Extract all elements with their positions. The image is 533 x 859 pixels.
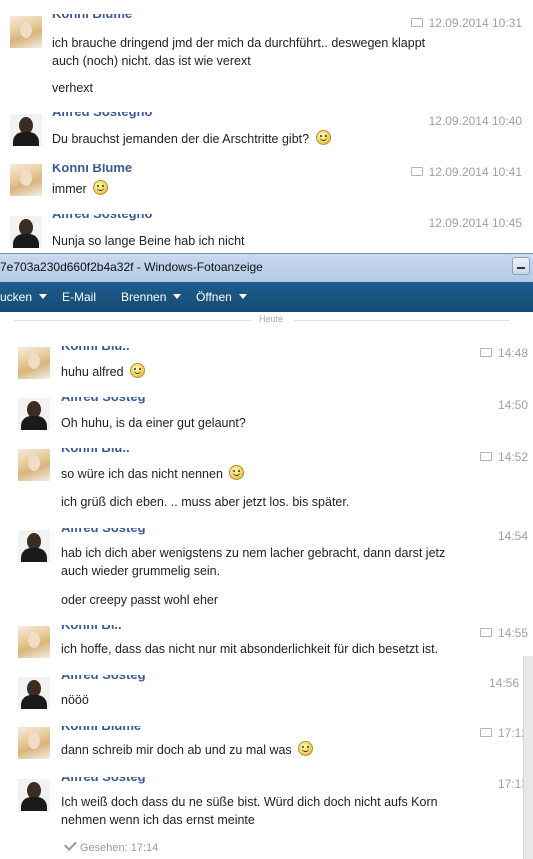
chat-icon bbox=[479, 628, 492, 637]
sender-name[interactable]: Alfred Sosteg bbox=[61, 777, 146, 786]
message-timestamp: 14:54 bbox=[497, 529, 528, 543]
avatar-konni[interactable] bbox=[18, 626, 50, 658]
message-timestamp: 12.09.2014 10:40 bbox=[428, 114, 522, 128]
chat-icon bbox=[479, 348, 492, 357]
chat-icon bbox=[410, 167, 423, 176]
message-timestamp: 12.09.2014 10:45 bbox=[428, 216, 522, 230]
print-menu[interactable]: ucken bbox=[0, 290, 48, 304]
message-text: Du brauchst jemanden der die Arschtritte… bbox=[52, 130, 331, 148]
message-text: ich hoffe, dass das nicht nur mit absond… bbox=[61, 642, 439, 656]
open-menu[interactable]: Öffnen bbox=[196, 290, 247, 304]
message-item: Konni Blume 17:12 dann schreib mir doch … bbox=[0, 723, 533, 771]
sender-name[interactable]: Konni Blume bbox=[61, 726, 141, 735]
scrollbar[interactable] bbox=[523, 656, 533, 859]
message-timestamp: 14:48 bbox=[479, 346, 528, 360]
message-timestamp: 14:50 bbox=[497, 398, 528, 412]
message-item: Konni Blume 12.09.2014 10:31 ich brauche… bbox=[0, 14, 533, 109]
avatar-alfred[interactable] bbox=[18, 530, 50, 562]
chat-icon bbox=[479, 728, 492, 737]
message-item: Konni Bl.. 14:55 ich hoffe, dass das nic… bbox=[0, 622, 533, 670]
chevron-down-icon bbox=[39, 294, 48, 299]
smiley-icon bbox=[130, 363, 146, 378]
message-text: nööö bbox=[61, 693, 89, 707]
photo-viewer-toolbar: ucken E-Mail Brennen Öffnen bbox=[0, 282, 533, 312]
window-title: 7e703a230d660f2b4a32f - Windows-Fotoanze… bbox=[0, 260, 263, 274]
date-divider: Heute bbox=[0, 313, 533, 327]
message-text: ich grüß dich eben. .. muss aber jetzt l… bbox=[61, 495, 350, 509]
burn-menu[interactable]: Brennen bbox=[121, 290, 182, 304]
seen-status: Gesehen: 17:14 bbox=[64, 838, 158, 854]
message-text: hab ich dich aber wenigstens zu nem lach… bbox=[61, 546, 446, 578]
divider-line bbox=[294, 320, 510, 321]
chat-icon bbox=[410, 18, 423, 27]
chevron-down-icon bbox=[173, 294, 182, 299]
avatar-alfred[interactable] bbox=[18, 677, 50, 709]
message-text: so würe ich das nicht nennen bbox=[61, 465, 245, 483]
message-item: Konni Blume 12.09.2014 10:41 immer bbox=[0, 160, 533, 208]
avatar-konni[interactable] bbox=[18, 347, 50, 379]
smiley-icon bbox=[315, 130, 331, 145]
sender-name[interactable]: Alfred Sosteg bbox=[61, 528, 146, 537]
message-timestamp: 14:52 bbox=[479, 450, 528, 464]
chat-icon bbox=[479, 452, 492, 461]
sender-name[interactable]: Alfred Sosteg bbox=[61, 397, 146, 406]
avatar-alfred[interactable] bbox=[10, 216, 42, 248]
minimize-button[interactable] bbox=[512, 257, 530, 275]
message-item: Konni Blu.. 14:52 so würe ich das nicht … bbox=[0, 446, 533, 516]
message-text: Oh huhu, is da einer gut gelaunt? bbox=[61, 416, 246, 430]
message-item: Alfred Sosteg 14:54 hab ich dich aber we… bbox=[0, 526, 533, 616]
sender-name[interactable]: Konni Blume bbox=[52, 14, 132, 23]
message-item: Alfred Sosteg 17:13 Ich weiß doch dass d… bbox=[0, 775, 533, 835]
avatar-alfred[interactable] bbox=[10, 114, 42, 146]
sender-name[interactable]: Alfred Sosteg bbox=[61, 675, 146, 684]
message-text: immer bbox=[52, 180, 109, 198]
message-timestamp: 12.09.2014 10:41 bbox=[410, 165, 522, 179]
message-item: Alfred Sostegno 12.09.2014 10:40 Du brau… bbox=[0, 110, 533, 158]
sender-name[interactable]: Konni Blu.. bbox=[61, 346, 130, 355]
smiley-icon bbox=[298, 741, 314, 756]
photo-viewer-titlebar[interactable]: 7e703a230d660f2b4a32f - Windows-Fotoanze… bbox=[0, 253, 533, 282]
message-text: dann schreib mir doch ab und zu mal was bbox=[61, 741, 314, 759]
sender-name[interactable]: Alfred Sostegno bbox=[52, 112, 152, 121]
message-timestamp: 14:55 bbox=[479, 626, 528, 640]
divider-line bbox=[14, 320, 252, 321]
message-text: ich brauche dringend jmd der mich da dur… bbox=[52, 36, 426, 68]
message-item: Alfred Sosteg 14:56 nööö bbox=[0, 673, 533, 719]
avatar-konni[interactable] bbox=[18, 727, 50, 759]
message-timestamp: 14:56 bbox=[488, 676, 519, 690]
message-text: verhext bbox=[52, 81, 93, 95]
message-timestamp: 17:12 bbox=[479, 726, 528, 740]
chevron-down-icon bbox=[238, 294, 247, 299]
avatar-alfred[interactable] bbox=[18, 398, 50, 430]
avatar-konni[interactable] bbox=[10, 164, 42, 196]
sender-name[interactable]: Konni Blu.. bbox=[61, 448, 130, 457]
chat-history-pane-top[interactable]: Konni Blume 12.09.2014 10:31 ich brauche… bbox=[0, 0, 533, 253]
message-text: Ich weiß doch dass du ne süße bist. Würd… bbox=[61, 795, 438, 827]
divider-label: Heute bbox=[259, 314, 284, 324]
message-timestamp: 12.09.2014 10:31 bbox=[410, 16, 522, 30]
checkmark-icon bbox=[64, 838, 77, 851]
sender-name[interactable]: Konni Bl.. bbox=[61, 625, 122, 634]
message-text: Nunja so lange Beine hab ich nicht bbox=[52, 234, 245, 248]
avatar-konni[interactable] bbox=[18, 449, 50, 481]
sender-name[interactable]: Alfred Sostegno bbox=[52, 214, 152, 223]
message-text: huhu alfred bbox=[61, 363, 146, 381]
email-button[interactable]: E-Mail bbox=[62, 290, 96, 304]
message-item: Alfred Sostegno 12.09.2014 10:45 Nunja s… bbox=[0, 212, 533, 253]
sender-name[interactable]: Konni Blume bbox=[52, 164, 132, 176]
smiley-icon bbox=[93, 180, 109, 195]
message-text: oder creepy passt wohl eher bbox=[61, 593, 219, 607]
smiley-icon bbox=[229, 465, 245, 480]
avatar-konni[interactable] bbox=[10, 16, 42, 48]
message-item: Alfred Sosteg 14:50 Oh huhu, is da einer… bbox=[0, 394, 533, 440]
message-item: Konni Blu.. 14:48 huhu alfred bbox=[0, 344, 533, 390]
avatar-alfred[interactable] bbox=[18, 779, 50, 811]
